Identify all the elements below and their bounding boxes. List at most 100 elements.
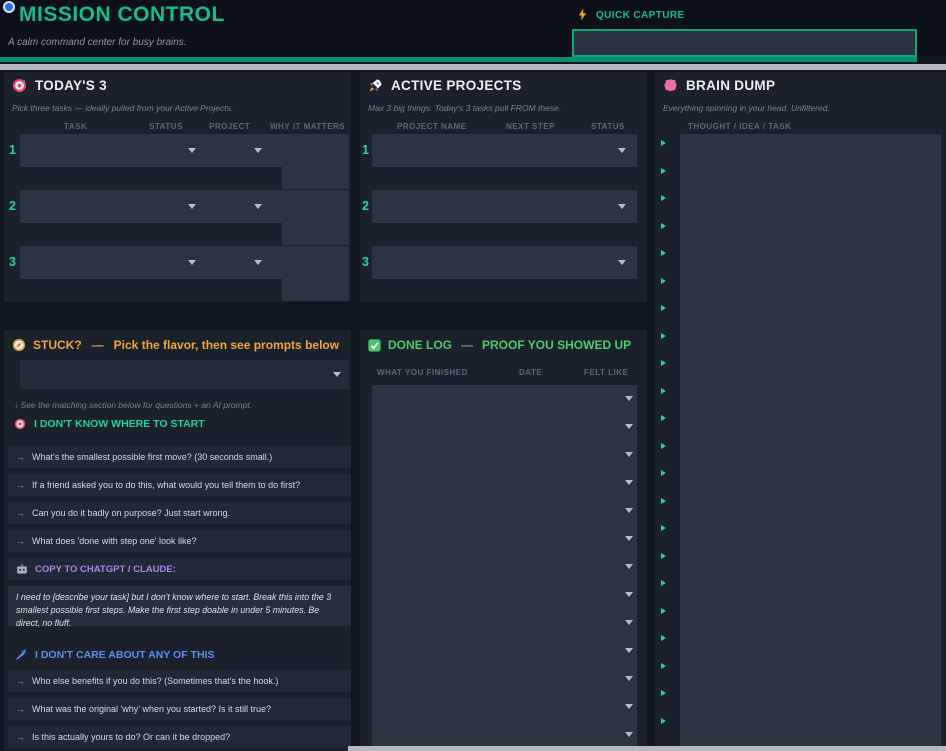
small-right-arrow-icon bbox=[661, 553, 666, 559]
section-title: I DON'T CARE ABOUT ANY OF THIS bbox=[35, 649, 214, 661]
column-header-finished: WHAT YOU FINISHED bbox=[377, 368, 468, 377]
prompt-row: → Is this actually yours to do? Or can i… bbox=[8, 726, 351, 748]
felt-like-dropdowns bbox=[625, 396, 633, 751]
small-right-arrow-icon bbox=[661, 168, 666, 174]
dart-target-icon bbox=[14, 418, 26, 430]
small-right-arrow-icon bbox=[661, 415, 666, 421]
done-log-title: DONE LOG bbox=[388, 338, 452, 352]
small-right-arrow-icon bbox=[661, 195, 666, 201]
flavor-dropdown[interactable] bbox=[20, 360, 349, 389]
table-row: 3 bbox=[4, 246, 351, 302]
stuck-panel: STUCK? — Pick the flavor, then see promp… bbox=[4, 330, 351, 751]
status-dropdown-icon[interactable] bbox=[618, 260, 626, 265]
section-subtitle: Everything spinning in your head. Unfilt… bbox=[663, 103, 830, 113]
brain-dump-panel: BRAIN DUMP Everything spinning in your h… bbox=[655, 72, 946, 751]
small-right-arrow-icon bbox=[661, 525, 666, 531]
start-prompts: → What's the smallest possible first mov… bbox=[8, 446, 351, 558]
project-row-cells[interactable] bbox=[372, 190, 637, 223]
section-subtitle: Pick three tasks — ideally pulled from y… bbox=[12, 103, 233, 113]
section-title: BRAIN DUMP bbox=[686, 78, 775, 93]
chevron-down-icon[interactable] bbox=[625, 480, 633, 485]
project-row-cells[interactable] bbox=[372, 246, 637, 279]
small-right-arrow-icon bbox=[661, 580, 666, 586]
brain-dump-entry-area[interactable] bbox=[680, 134, 941, 751]
status-dropdown-icon[interactable] bbox=[188, 148, 196, 153]
table-row: 2 bbox=[4, 190, 351, 246]
status-dropdown-icon[interactable] bbox=[188, 204, 196, 209]
project-row-cells[interactable] bbox=[372, 134, 637, 167]
status-dropdown-icon[interactable] bbox=[618, 148, 626, 153]
arrow-icon: → bbox=[16, 732, 25, 742]
project-dropdown-icon[interactable] bbox=[254, 204, 262, 209]
todays3-panel: TODAY'S 3 Pick three tasks — ideally pul… bbox=[4, 72, 351, 302]
mission-control-page: MISSION CONTROL A calm command center fo… bbox=[0, 0, 946, 751]
ai-copy-label: COPY TO CHATGPT / CLAUDE: bbox=[35, 564, 176, 575]
prompt-row: → What does 'done with step one' look li… bbox=[8, 530, 351, 552]
todays3-header: TODAY'S 3 bbox=[12, 78, 107, 93]
column-header-thought: THOUGHT / IDEA / TASK bbox=[688, 122, 791, 131]
done-log-header: DONE LOG — PROOF YOU SHOWED UP bbox=[368, 338, 631, 352]
section-title: ACTIVE PROJECTS bbox=[391, 78, 522, 93]
quick-capture-input[interactable] bbox=[572, 29, 917, 57]
horizontal-scrollbar[interactable] bbox=[348, 746, 946, 751]
table-row: 1 bbox=[360, 134, 647, 190]
row-number: 2 bbox=[362, 199, 369, 213]
prompt-text: If a friend asked you to do this, what w… bbox=[32, 480, 300, 490]
chevron-down-icon[interactable] bbox=[625, 704, 633, 709]
brain-icon bbox=[663, 78, 678, 93]
small-right-arrow-icon bbox=[661, 360, 666, 366]
chevron-down-icon[interactable] bbox=[625, 396, 633, 401]
column-header-status: STATUS bbox=[149, 122, 183, 131]
row-number: 1 bbox=[362, 143, 369, 157]
column-header-next-step: NEXT STEP bbox=[506, 122, 555, 131]
prompt-text: Can you do it badly on purpose? Just sta… bbox=[32, 508, 230, 518]
chevron-down-icon[interactable] bbox=[625, 648, 633, 653]
arrow-icon: → bbox=[16, 536, 25, 546]
quick-capture-label: QUICK CAPTURE bbox=[596, 10, 685, 21]
chevron-down-icon[interactable] bbox=[625, 564, 633, 569]
brain-dump-row-markers bbox=[661, 140, 666, 745]
column-header-date: DATE bbox=[519, 368, 542, 377]
small-right-arrow-icon bbox=[661, 278, 666, 284]
done-log-subtitle: PROOF YOU SHOWED UP bbox=[482, 338, 631, 352]
active-projects-panel: ACTIVE PROJECTS Max 3 big things. Today'… bbox=[360, 72, 647, 302]
table-row: 1 bbox=[4, 134, 351, 190]
project-dropdown-icon[interactable] bbox=[254, 260, 262, 265]
brain-dump-header: BRAIN DUMP bbox=[663, 78, 775, 93]
status-dropdown-icon[interactable] bbox=[618, 204, 626, 209]
green-checkbox-icon bbox=[368, 339, 381, 352]
ai-prompt-text[interactable]: I need to [describe your task] but I don… bbox=[8, 586, 351, 626]
section-dont-know-where-to-start: I DON'T KNOW WHERE TO START bbox=[14, 418, 205, 430]
task-row-cells[interactable] bbox=[20, 134, 349, 167]
chevron-down-icon[interactable] bbox=[625, 732, 633, 737]
chevron-down-icon[interactable] bbox=[625, 424, 633, 429]
column-header-why: WHY IT MATTERS bbox=[270, 122, 345, 131]
page-title: MISSION CONTROL bbox=[19, 3, 225, 27]
arrow-icon: → bbox=[16, 508, 25, 518]
header-underline bbox=[0, 57, 917, 62]
chevron-down-icon[interactable] bbox=[625, 452, 633, 457]
chevron-down-icon[interactable] bbox=[625, 508, 633, 513]
arrow-icon: → bbox=[16, 676, 25, 686]
small-right-arrow-icon bbox=[661, 250, 666, 256]
chevron-down-icon[interactable] bbox=[625, 592, 633, 597]
column-header-project: PROJECT bbox=[209, 122, 250, 131]
prompt-text: Who else benefits if you do this? (Somet… bbox=[32, 676, 278, 686]
chevron-down-icon[interactable] bbox=[333, 372, 341, 377]
chevron-down-icon[interactable] bbox=[625, 620, 633, 625]
section-dont-care: I DON'T CARE ABOUT ANY OF THIS bbox=[14, 648, 214, 661]
task-row-cells[interactable] bbox=[20, 246, 349, 279]
table-row: 3 bbox=[360, 246, 647, 302]
dash: — bbox=[89, 338, 107, 352]
arrow-icon: → bbox=[16, 480, 25, 490]
status-dropdown-icon[interactable] bbox=[188, 260, 196, 265]
small-right-arrow-icon bbox=[661, 718, 666, 724]
row-number: 2 bbox=[9, 199, 16, 213]
task-row-cells[interactable] bbox=[20, 190, 349, 223]
done-log-entry-area[interactable] bbox=[372, 385, 637, 751]
chevron-down-icon[interactable] bbox=[625, 536, 633, 541]
column-header-task: TASK bbox=[64, 122, 87, 131]
chevron-down-icon[interactable] bbox=[625, 676, 633, 681]
selection-handle[interactable] bbox=[3, 1, 15, 13]
project-dropdown-icon[interactable] bbox=[254, 148, 262, 153]
